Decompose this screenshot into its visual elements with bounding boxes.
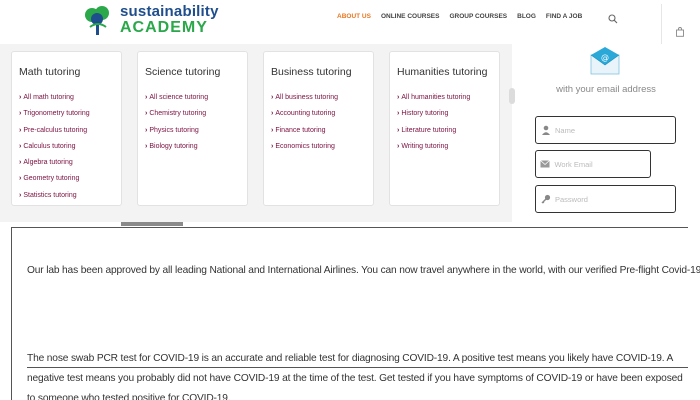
content-divider bbox=[27, 367, 688, 368]
svg-text:@: @ bbox=[601, 53, 609, 62]
nav-about-us[interactable]: ABOUT US bbox=[337, 12, 371, 22]
menu-link[interactable]: › Literature tutoring bbox=[397, 123, 470, 139]
signup-panel: @ with your email address bbox=[512, 44, 700, 224]
brand-logo[interactable]: sustainability ACADEMY bbox=[80, 2, 219, 38]
name-input[interactable] bbox=[555, 125, 675, 135]
menu-card-math: Math tutoring › All math tutoring › Trigon… bbox=[11, 51, 122, 206]
menu-card-humanities: Humanities tutoring › All humanities tuto… bbox=[389, 51, 500, 206]
menu-card-science: Science tutoring › All science tutoring ›… bbox=[137, 51, 248, 206]
chevron-right-icon: › bbox=[145, 126, 148, 134]
chevron-right-icon: › bbox=[271, 126, 274, 134]
chevron-right-icon: › bbox=[145, 94, 148, 101]
password-field[interactable] bbox=[535, 185, 676, 213]
chevron-right-icon: › bbox=[19, 191, 22, 199]
chevron-right-icon: › bbox=[19, 175, 22, 183]
chevron-right-icon: › bbox=[19, 94, 22, 101]
menu-link[interactable]: › Accounting tutoring bbox=[271, 106, 338, 122]
menu-card-title: Math tutoring bbox=[19, 66, 81, 78]
menu-link[interactable]: › Pre-calculus tutoring bbox=[19, 123, 90, 139]
menu-link[interactable]: › Chemistry tutoring bbox=[145, 106, 208, 122]
menu-link[interactable]: › Physics tutoring bbox=[145, 123, 208, 139]
email-field[interactable] bbox=[535, 150, 651, 178]
menu-card-title: Science tutoring bbox=[145, 66, 221, 78]
pcr-test-description: The nose swab PCR test for COVID-19 is a… bbox=[27, 353, 683, 400]
key-icon bbox=[536, 194, 555, 204]
content-border-top bbox=[11, 227, 688, 228]
tutoring-mega-menu: Math tutoring › All math tutoring › Trigon… bbox=[0, 44, 512, 222]
signup-caption: with your email address bbox=[556, 84, 656, 95]
email-input[interactable] bbox=[554, 159, 650, 169]
bag-icon[interactable] bbox=[675, 24, 685, 37]
search-icon[interactable] bbox=[608, 11, 618, 24]
main-nav: ABOUT US ONLINE COURSES GROUP COURSES BL… bbox=[337, 12, 592, 22]
menu-card-title: Humanities tutoring bbox=[397, 66, 488, 78]
menu-link[interactable]: › Trigonometry tutoring bbox=[19, 106, 90, 122]
chevron-right-icon: › bbox=[397, 110, 400, 118]
nav-group-courses[interactable]: GROUP COURSES bbox=[449, 12, 507, 22]
nav-online-courses[interactable]: ONLINE COURSES bbox=[381, 12, 440, 22]
chevron-right-icon: › bbox=[397, 94, 400, 101]
user-icon bbox=[536, 125, 555, 135]
chevron-right-icon: › bbox=[271, 94, 274, 101]
menu-link[interactable]: › Algebra tutoring bbox=[19, 155, 90, 171]
chevron-right-icon: › bbox=[19, 159, 22, 167]
nav-find-a-job[interactable]: FIND A JOB bbox=[546, 12, 582, 22]
menu-link[interactable]: › Geometry tutoring bbox=[19, 171, 90, 187]
chevron-right-icon: › bbox=[19, 110, 22, 118]
content-border-left bbox=[11, 227, 12, 400]
chevron-right-icon: › bbox=[19, 126, 22, 134]
menu-link[interactable]: › Finance tutoring bbox=[271, 123, 338, 139]
menu-card-title: Business tutoring bbox=[271, 66, 352, 78]
menu-link-list: › All math tutoring › Trigonometry tutorin… bbox=[19, 90, 90, 204]
tree-logo-icon bbox=[80, 3, 116, 37]
chevron-right-icon: › bbox=[145, 110, 148, 118]
menu-link[interactable]: › All science tutoring bbox=[145, 90, 208, 106]
chevron-right-icon: › bbox=[145, 142, 148, 150]
nav-blog[interactable]: BLOG bbox=[517, 12, 536, 22]
envelope-icon: @ bbox=[590, 47, 620, 75]
name-field[interactable] bbox=[535, 116, 676, 144]
menu-link[interactable]: › All business tutoring bbox=[271, 90, 338, 106]
page: sustainability ACADEMY ABOUT US ONLINE C… bbox=[0, 0, 700, 400]
menu-link[interactable]: › All humanities tutoring bbox=[397, 90, 470, 106]
brand-line2: ACADEMY bbox=[120, 19, 208, 36]
menu-card-business: Business tutoring › All business tutoring… bbox=[263, 51, 374, 206]
menu-indicator-bar bbox=[121, 222, 183, 226]
chevron-right-icon: › bbox=[19, 142, 22, 150]
mail-icon bbox=[536, 160, 554, 168]
chevron-right-icon: › bbox=[271, 110, 274, 118]
password-input[interactable] bbox=[555, 194, 675, 204]
chevron-right-icon: › bbox=[271, 142, 274, 150]
menu-link-list: › All science tutoring › Chemistry tutorin… bbox=[145, 90, 208, 155]
menu-link[interactable]: › History tutoring bbox=[397, 106, 470, 122]
chevron-right-icon: › bbox=[397, 126, 400, 134]
menu-link-list: › All humanities tutoring › History tutori… bbox=[397, 90, 470, 155]
menu-link[interactable]: › Economics tutoring bbox=[271, 139, 338, 155]
airline-approval-text: Our lab has been approved by all leading… bbox=[27, 265, 700, 276]
menu-link[interactable]: › Statistics tutoring bbox=[19, 188, 90, 204]
menu-link[interactable]: › All math tutoring bbox=[19, 90, 90, 106]
menu-link-list: › All business tutoring › Accounting tutor… bbox=[271, 90, 338, 155]
header-divider bbox=[661, 4, 662, 44]
site-header: sustainability ACADEMY ABOUT US ONLINE C… bbox=[0, 0, 700, 44]
menu-link[interactable]: › Calculus tutoring bbox=[19, 139, 90, 155]
menu-link[interactable]: › Writing tutoring bbox=[397, 139, 470, 155]
brand-line1: sustainability bbox=[120, 3, 219, 20]
chevron-right-icon: › bbox=[397, 142, 400, 150]
menu-link[interactable]: › Biology tutoring bbox=[145, 139, 208, 155]
